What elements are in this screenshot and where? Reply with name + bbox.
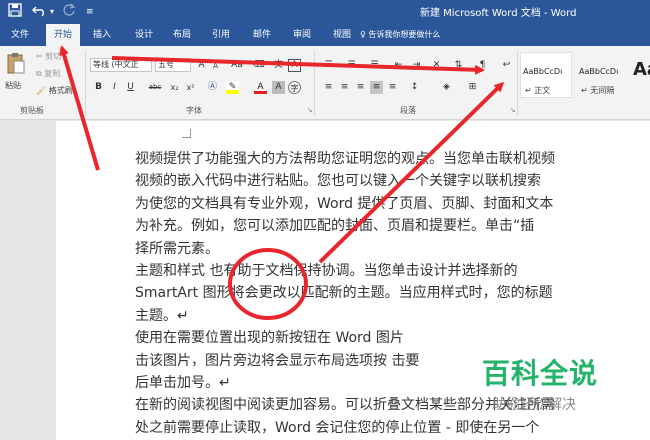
tab-review[interactable]: 审阅 xyxy=(286,24,318,46)
body-line: 使用在需要位置出现的新按钮在 Word 图片 xyxy=(135,330,404,347)
title-bar: ▾ ≡ 新建 Microsoft Word 文档 - Word xyxy=(0,0,650,24)
body-line: 为使您的文档具有专业外观，Word 提供了页眉、页脚、封面和文本 xyxy=(135,195,554,212)
numbering-icon[interactable]: ☰ xyxy=(345,59,358,72)
clipboard-group-label: 剪贴板 xyxy=(20,106,44,115)
change-case-button[interactable]: Aa xyxy=(229,59,245,72)
copy-label: 复制 xyxy=(44,69,61,78)
paragraph-group-label: 段落 xyxy=(400,106,416,115)
strikethrough-button[interactable]: abc xyxy=(146,81,164,94)
align-right-icon[interactable]: ≡ xyxy=(354,81,367,94)
body-line: 为补充。例如，您可以添加匹配的封面、页眉和提要栏。单击“插 xyxy=(135,218,535,235)
tab-view[interactable]: 视图 xyxy=(326,24,358,46)
ribbon-home: 粘贴 ✂ 剪切 ⧉ 复制 🖌 格式刷 剪贴板 等线 (中文正 五号 A A Aa… xyxy=(0,46,650,120)
tab-file[interactable]: 文件 xyxy=(4,24,36,46)
italic-button[interactable]: I xyxy=(108,81,121,94)
format-painter-label: 格式刷 xyxy=(48,86,73,95)
customize-quick-access-icon[interactable]: ≡ xyxy=(86,3,94,21)
window-title: 新建 Microsoft Word 文档 - Word xyxy=(420,8,577,19)
corner-mark xyxy=(182,129,191,138)
divider xyxy=(314,50,315,116)
text-effects-icon[interactable]: Ⓐ xyxy=(206,81,219,94)
tab-references[interactable]: 引用 xyxy=(205,24,237,46)
ribbon-tabs: 文件 开始 插入 设计 布局 引用 邮件 审阅 视图 ♀ 告诉我你想要做什么 xyxy=(0,24,650,46)
asian-layout-icon[interactable]: ↩ xyxy=(500,59,513,72)
underline-button[interactable]: U xyxy=(124,81,137,94)
style-sample: AaBbCcDı xyxy=(579,67,619,76)
body-line: 视频提供了功能强大的方法帮助您证明您的观点。当您单击联机视频 xyxy=(135,151,555,167)
highlight-icon[interactable]: ✎ xyxy=(226,81,239,94)
font-size-select[interactable]: 五号 xyxy=(155,58,191,72)
body-line: 择所需元素。 xyxy=(135,240,219,257)
body-line: 主题。↵ xyxy=(135,307,189,324)
body-line: 主题和样式 也有助于文档保持协调。当您单击设计并选择新的 xyxy=(135,262,518,279)
justify-icon[interactable]: ≡ xyxy=(370,81,383,94)
watermark-subtitle: 助你轻松解决 xyxy=(492,397,576,413)
style-normal[interactable]: AaBbCcDı ↵ 正文 xyxy=(520,52,572,98)
undo-icon[interactable] xyxy=(32,3,48,22)
show-formatting-icon[interactable]: ¶ xyxy=(476,59,489,72)
body-line: 视频的嵌入代码中进行粘贴。您也可以键入一个关键字以联机搜索 xyxy=(135,173,541,190)
enclose-characters-icon[interactable]: 字 xyxy=(288,81,301,94)
tab-layout[interactable]: 布局 xyxy=(166,24,198,46)
cut-button[interactable]: ✂ 剪切 xyxy=(36,51,61,63)
save-icon[interactable] xyxy=(8,3,22,22)
watermark-title: 百科全说 xyxy=(482,357,599,390)
format-painter-button[interactable]: 🖌 格式刷 xyxy=(36,85,73,97)
tab-home[interactable]: 开始 xyxy=(46,24,80,46)
phonetic-guide-button[interactable]: 文 xyxy=(272,59,285,72)
superscript-button[interactable]: x² xyxy=(184,81,197,94)
distributed-icon[interactable]: ≡ xyxy=(386,81,399,94)
tab-mailings[interactable]: 邮件 xyxy=(246,24,278,46)
increase-indent-icon[interactable]: ⇥ xyxy=(410,59,423,72)
multilevel-list-icon[interactable]: ☰ xyxy=(368,59,381,72)
character-shading-icon[interactable]: A xyxy=(272,81,285,94)
redo-icon[interactable] xyxy=(62,3,76,22)
undo-dropdown-icon[interactable]: ▾ xyxy=(50,3,54,21)
tell-me-text: 告诉我你想要做什么 xyxy=(368,30,441,39)
font-group-label: 字体 xyxy=(186,106,202,115)
chinese-layout-icon[interactable]: ✕ xyxy=(430,59,443,72)
style-no-spacing[interactable]: AaBbCcDı ↵ 无间隔 xyxy=(576,52,628,98)
divider xyxy=(517,50,518,116)
style-name: ↵ 正文 xyxy=(525,86,551,95)
divider xyxy=(85,50,86,116)
paste-label: 粘贴 xyxy=(5,81,21,90)
sort-icon[interactable]: ⇅ xyxy=(452,59,465,72)
paste-button[interactable]: 粘贴 xyxy=(5,52,29,92)
grow-font-button[interactable]: A xyxy=(195,59,208,72)
tell-me-box[interactable]: ♀ 告诉我你想要做什么 xyxy=(360,24,440,46)
line-spacing-icon[interactable]: ↕ xyxy=(408,81,421,94)
style-sample: AaBbCcDı xyxy=(523,67,563,76)
align-left-icon[interactable]: ≡ xyxy=(322,81,335,94)
align-center-icon[interactable]: ≡ xyxy=(338,81,351,94)
style-heading[interactable]: Aa xyxy=(630,52,650,98)
font-color-icon[interactable]: A xyxy=(254,81,267,94)
copy-button[interactable]: ⧉ 复制 xyxy=(36,68,60,80)
character-border-button[interactable]: A xyxy=(288,59,301,72)
shading-icon[interactable]: ◈ xyxy=(440,81,453,94)
bullets-icon[interactable]: ☰ xyxy=(322,59,335,72)
subscript-button[interactable]: x₂ xyxy=(168,81,181,94)
shrink-font-button[interactable]: A xyxy=(209,60,222,73)
body-line: 处之前需要停止读取，Word 会记住您的停止位置 - 即使在另一个 xyxy=(135,419,540,436)
borders-icon[interactable]: ⊞ xyxy=(466,81,479,94)
style-sample: Aa xyxy=(633,59,650,80)
body-line: SmartArt 图形将会更改以匹配新的主题。当应用样式时，您的标题 xyxy=(135,285,553,302)
tab-design[interactable]: 设计 xyxy=(128,24,160,46)
style-name: ↵ 无间隔 xyxy=(581,86,615,95)
brush-icon: 🖌 xyxy=(36,86,47,95)
clear-formatting-icon[interactable]: ⌫ xyxy=(252,59,265,72)
font-family-select[interactable]: 等线 (中文正 xyxy=(90,58,152,72)
watermark: 百科全说 助你轻松解决 xyxy=(482,352,598,414)
clipboard-icon xyxy=(7,53,25,74)
bold-button[interactable]: B xyxy=(92,81,105,94)
tab-insert[interactable]: 插入 xyxy=(86,24,118,46)
cut-label: 剪切 xyxy=(45,52,62,61)
decrease-indent-icon[interactable]: ⇤ xyxy=(392,59,405,72)
